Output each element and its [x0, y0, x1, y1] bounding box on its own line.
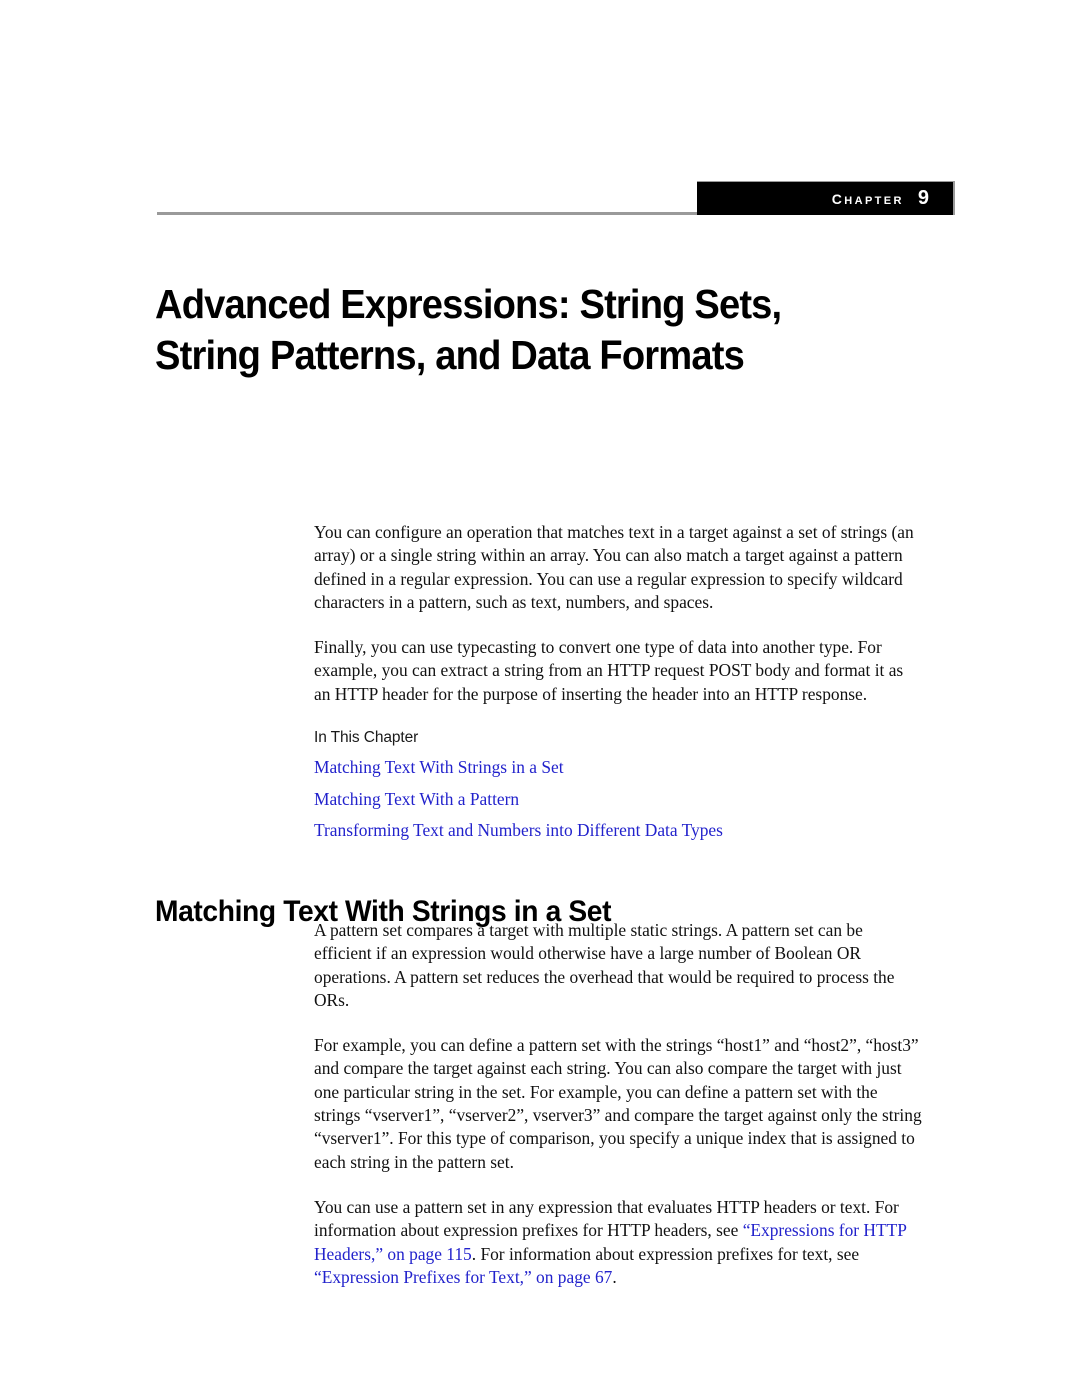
chapter-link-2[interactable]: Matching Text With a Pattern	[314, 789, 519, 809]
page-title: Advanced Expressions: String Sets, Strin…	[155, 279, 899, 381]
intro-text-column: You can configure an operation that matc…	[314, 521, 922, 851]
in-this-chapter-label: In This Chapter	[314, 729, 419, 747]
chapter-link-1[interactable]: Matching Text With Strings in a Set	[314, 757, 564, 777]
paragraph-text-segment: . For information about expression prefi…	[471, 1243, 860, 1264]
paragraph-text-segment: .	[612, 1266, 617, 1287]
page-title-line-2: String Patterns, and Data Formats	[155, 332, 745, 379]
section-paragraph-1: A pattern set compares a target with mul…	[314, 920, 895, 1010]
header-divider-rule	[157, 212, 697, 215]
page-title-line-1: Advanced Expressions: String Sets,	[155, 281, 782, 328]
chapter-number-label: 9	[917, 187, 929, 209]
document-page: Chapter 9 Advanced Expressions: String S…	[0, 0, 1080, 1397]
section-paragraph-2: For example, you can define a pattern se…	[314, 1035, 922, 1172]
chapter-word-label: Chapter	[831, 187, 904, 209]
cross-reference-link-expression-prefixes[interactable]: “Expression Prefixes for Text,” on page …	[314, 1267, 612, 1287]
intro-paragraph-2: Finally, you can use typecasting to conv…	[314, 637, 904, 704]
chapter-header: Chapter 9	[157, 181, 955, 215]
in-this-chapter-list: Matching Text With Strings in a Set Matc…	[314, 756, 922, 841]
list-item: Transforming Text and Numbers into Diffe…	[314, 819, 922, 841]
list-item: Matching Text With a Pattern	[314, 788, 922, 810]
list-item: Matching Text With Strings in a Set	[314, 756, 922, 778]
section-paragraph-3: You can use a pattern set in any express…	[314, 1196, 924, 1289]
chapter-banner: Chapter 9	[697, 181, 955, 215]
section-text-column: A pattern set compares a target with mul…	[314, 919, 924, 1311]
intro-paragraph-1: You can configure an operation that matc…	[314, 522, 914, 612]
chapter-link-3[interactable]: Transforming Text and Numbers into Diffe…	[314, 820, 723, 840]
